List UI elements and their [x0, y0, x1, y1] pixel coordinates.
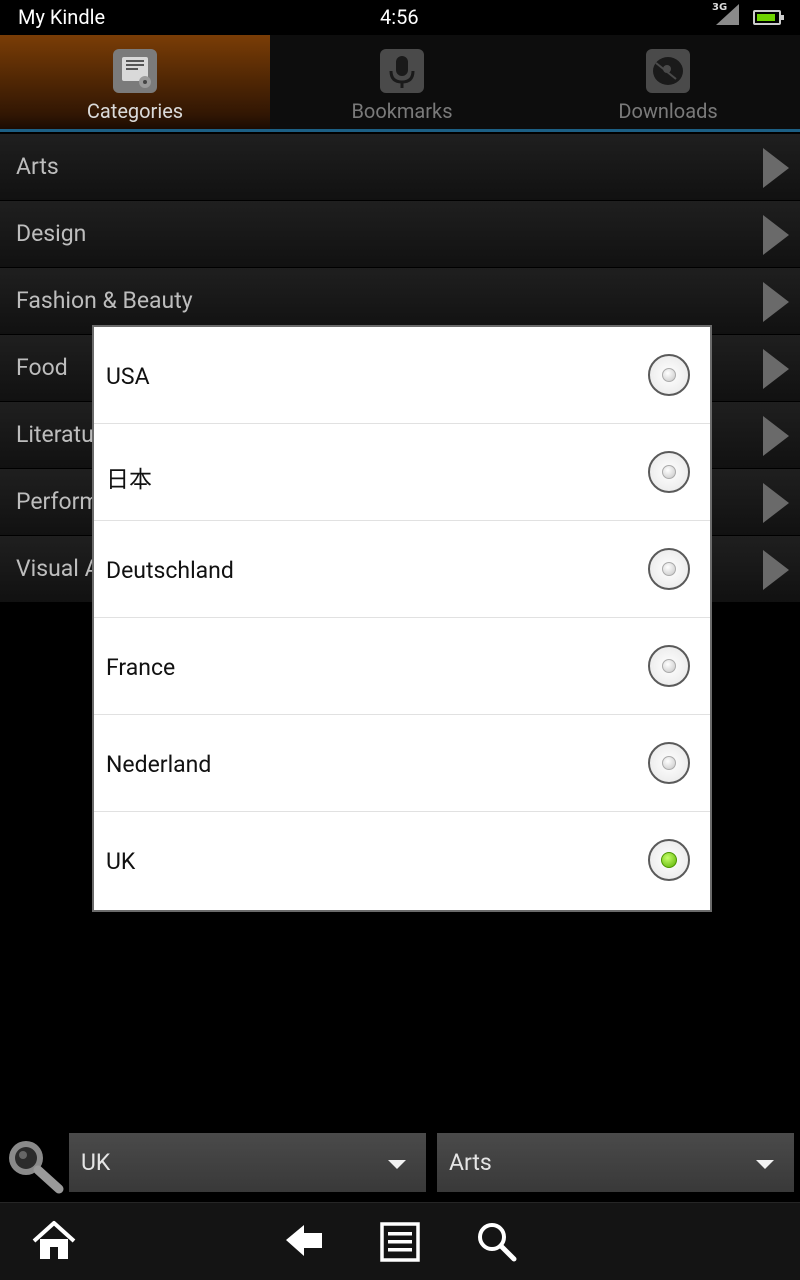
tab-bookmarks-label: Bookmarks — [351, 99, 453, 123]
tab-categories[interactable]: Categories — [0, 35, 270, 129]
category-row[interactable]: Arts — [0, 134, 800, 201]
region-option[interactable]: France — [94, 618, 710, 715]
status-app-name: My Kindle — [18, 5, 106, 29]
home-icon[interactable] — [31, 1218, 77, 1264]
back-icon[interactable] — [282, 1218, 328, 1264]
signal-icon: 3G — [712, 2, 740, 26]
tab-bar: Categories Bookmarks Downloads — [0, 35, 800, 132]
tab-downloads-label: Downloads — [618, 99, 718, 123]
category-label: Fashion & Beauty — [16, 287, 193, 314]
chevron-right-icon — [763, 483, 789, 523]
disc-icon — [646, 49, 690, 93]
region-option[interactable]: UK — [94, 812, 710, 909]
search-icon[interactable] — [2, 1134, 64, 1196]
region-option-label: USA — [106, 363, 150, 390]
category-label: Design — [16, 220, 87, 247]
region-option[interactable]: 日本 — [94, 424, 710, 521]
chevron-right-icon — [763, 416, 789, 456]
radio-dot — [662, 368, 676, 382]
region-option[interactable]: USA — [94, 327, 710, 424]
region-option-label: Nederland — [106, 751, 212, 778]
category-label: Food — [16, 354, 68, 381]
radio-dot — [662, 465, 676, 479]
region-option[interactable]: Deutschland — [94, 521, 710, 618]
region-option-label: UK — [106, 848, 136, 875]
archive-icon — [113, 49, 157, 93]
region-dropdown-value: UK — [81, 1149, 111, 1176]
region-option-label: Deutschland — [106, 557, 234, 584]
chevron-down-icon — [756, 1160, 774, 1169]
tab-categories-label: Categories — [86, 99, 184, 123]
radio-dot — [662, 756, 676, 770]
tab-downloads[interactable]: Downloads — [533, 35, 800, 129]
status-time: 4:56 — [380, 5, 419, 29]
chevron-right-icon — [763, 282, 789, 322]
tab-bookmarks[interactable]: Bookmarks — [267, 35, 537, 129]
battery-icon — [753, 10, 784, 25]
filter-bar: UK Arts — [0, 1128, 800, 1200]
radio-dot — [661, 852, 677, 868]
menu-icon[interactable] — [377, 1218, 423, 1264]
chevron-right-icon — [763, 550, 789, 590]
region-option[interactable]: Nederland — [94, 715, 710, 812]
category-row[interactable]: Design — [0, 201, 800, 268]
region-option-label: France — [106, 654, 176, 681]
chevron-right-icon — [763, 349, 789, 389]
radio-button[interactable] — [648, 645, 690, 687]
radio-button[interactable] — [648, 451, 690, 493]
search-icon[interactable] — [473, 1218, 519, 1264]
chevron-down-icon — [388, 1160, 406, 1169]
region-select-dialog: USA 日本 Deutschland France Nederland UK — [92, 325, 712, 912]
chevron-right-icon — [763, 148, 789, 188]
region-dropdown[interactable]: UK — [69, 1133, 426, 1192]
radio-button[interactable] — [648, 354, 690, 396]
microphone-icon — [380, 49, 424, 93]
radio-dot — [662, 562, 676, 576]
status-bar: My Kindle 4:56 3G — [0, 0, 800, 35]
radio-button[interactable] — [648, 839, 690, 881]
region-option-label: 日本 — [106, 466, 152, 493]
chevron-right-icon — [763, 215, 789, 255]
category-dropdown-value: Arts — [449, 1149, 492, 1176]
battery-level — [757, 14, 775, 21]
category-label: Arts — [16, 153, 59, 180]
navigation-bar — [0, 1202, 800, 1280]
radio-dot — [662, 659, 676, 673]
category-dropdown[interactable]: Arts — [437, 1133, 794, 1192]
radio-button[interactable] — [648, 548, 690, 590]
radio-button[interactable] — [648, 742, 690, 784]
